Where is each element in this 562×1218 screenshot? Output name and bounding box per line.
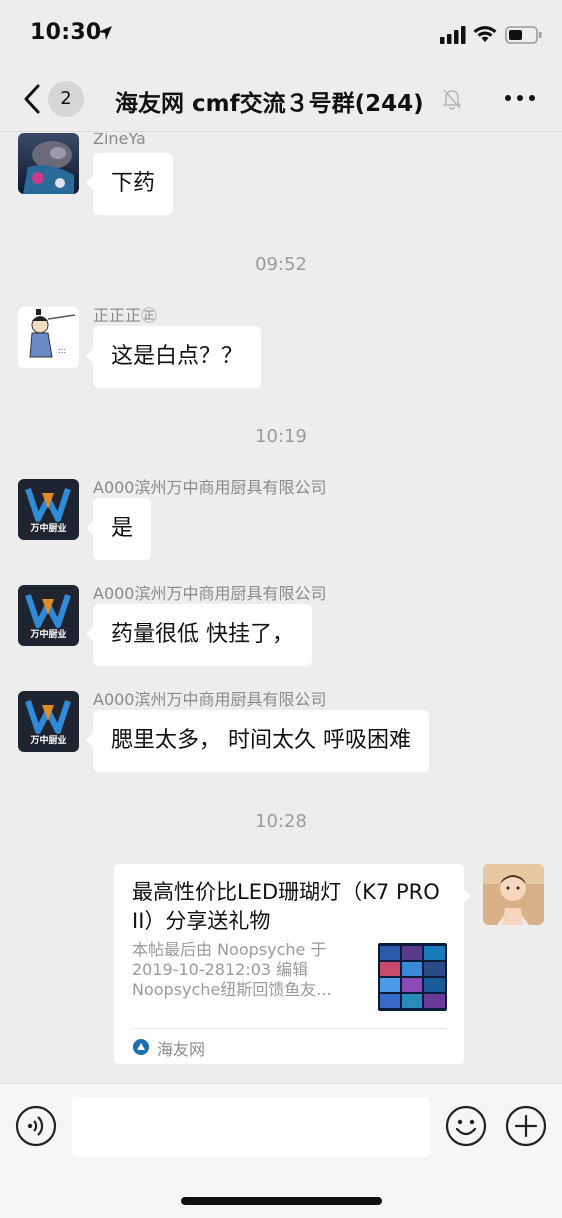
message-bubble[interactable]: 这是白点？？: [85, 326, 262, 388]
emoji-icon[interactable]: [445, 1105, 487, 1147]
avatar[interactable]: 万中厨业: [18, 479, 79, 540]
message-input[interactable]: [72, 1097, 430, 1157]
avatar[interactable]: 万中厨业: [18, 691, 79, 752]
message-bubble[interactable]: 药量很低 快挂了，: [86, 604, 312, 666]
nav-bar: 2 海友网 cmf交流３号群(244): [0, 66, 562, 132]
sender-name: ZineYa: [93, 133, 146, 148]
chat-area[interactable]: ZineYa 下药 09:52 ::: 正正正㊣ 这是白点？？ 10:19 万中…: [0, 133, 562, 1083]
unread-badge[interactable]: 2: [48, 81, 84, 117]
company-logo-text: 万中厨业: [29, 522, 66, 534]
battery-icon: [505, 26, 542, 44]
message-bubble[interactable]: 是: [85, 498, 152, 560]
company-logo-text: 万中厨业: [29, 628, 66, 640]
site-logo-icon: [133, 1039, 149, 1055]
sender-name: A000滨州万中商用厨具有限公司: [93, 690, 327, 709]
mute-bell-icon: [443, 89, 461, 110]
sender-name: A000滨州万中商用厨具有限公司: [93, 584, 327, 603]
timestamp: 10:19: [255, 426, 307, 447]
back-chevron-icon[interactable]: [18, 82, 48, 116]
chat-title: 海友网 cmf交流３号群(244): [115, 91, 424, 117]
message-bubble[interactable]: 腮里太多， 时间太久 呼吸困难: [86, 710, 429, 772]
sender-name: A000滨州万中商用厨具有限公司: [93, 478, 327, 497]
avatar[interactable]: 万中厨业: [18, 585, 79, 646]
svg-text::::: :::: [58, 346, 66, 355]
more-dots-icon[interactable]: [500, 90, 540, 106]
link-card-title: 最高性价比LED珊瑚灯（K7 PRO II）分享送礼物: [132, 880, 440, 933]
avatar[interactable]: [18, 133, 79, 194]
link-card-source: 海友网: [157, 1040, 206, 1059]
link-card[interactable]: 最高性价比LED珊瑚灯（K7 PRO II）分享送礼物 本帖最后由 Noopsy…: [114, 864, 471, 1064]
location-arrow-icon: [98, 26, 112, 40]
sender-name: 正正正㊣: [93, 306, 158, 325]
divider: [132, 1028, 446, 1029]
timestamp: 09:52: [255, 254, 307, 275]
self-avatar[interactable]: [483, 864, 544, 925]
company-logo-text: 万中厨业: [29, 734, 66, 746]
signal-icon: [440, 26, 466, 44]
home-indicator: [181, 1197, 382, 1205]
plus-icon[interactable]: [505, 1105, 547, 1147]
input-bar: [0, 1083, 562, 1218]
link-card-description: 本帖最后由 Noopsyche 于 2019-10-2812:03 编辑 Noo…: [132, 940, 332, 999]
voice-icon[interactable]: [15, 1105, 57, 1147]
link-card-thumbnail: [378, 943, 447, 1011]
avatar[interactable]: :::: [18, 307, 79, 368]
status-bar: 10:30: [0, 0, 562, 66]
status-time: 10:30: [30, 20, 102, 45]
timestamp: 10:28: [255, 811, 307, 832]
wifi-icon: [473, 26, 497, 42]
message-bubble[interactable]: 下药: [85, 153, 174, 215]
